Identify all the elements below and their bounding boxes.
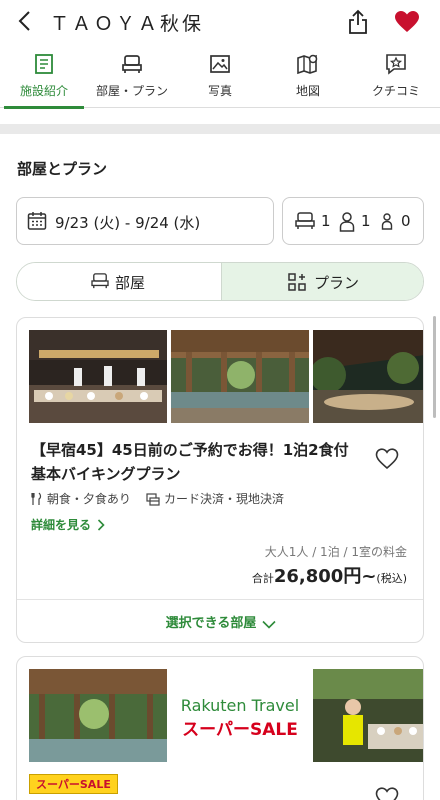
meals-info: 朝食・夕食あり (46, 492, 131, 506)
price: 合計26,800円~(税込) (252, 562, 407, 588)
grid-plus-icon (288, 273, 306, 291)
bed-icon (91, 273, 109, 289)
plan-photo-strip[interactable]: Rakuten Travel スーパーSALE (29, 669, 423, 762)
super-sale-badge: スーパーSALE (29, 774, 118, 794)
scrollbar[interactable] (433, 316, 436, 418)
calendar-icon (27, 212, 47, 230)
available-rooms-button[interactable]: 選択できる部屋 (17, 612, 423, 631)
rooms-plans-toggle: 部屋 プラン (16, 262, 424, 301)
heart-outline-icon[interactable] (375, 448, 399, 470)
chevron-down-icon (262, 620, 276, 629)
toggle-plans-label: プラン (314, 274, 360, 292)
tab-map[interactable]: 地図 (264, 44, 352, 108)
hotel-tabs: 施設紹介 部屋・プラン 写真 地図 クチコミ (0, 44, 440, 109)
details-link[interactable]: 詳細を見る (31, 516, 105, 533)
buffet-photo (29, 330, 167, 423)
photo-icon (210, 55, 230, 73)
price-prefix: 合計 (251, 572, 274, 585)
room-count: 1 (321, 212, 331, 230)
super-sale-banner: Rakuten Travel スーパーSALE (171, 669, 309, 762)
child-icon (381, 213, 393, 230)
tab-label: 部屋・プラン (95, 84, 168, 98)
price-suffix: (税込) (376, 572, 407, 585)
bed-icon (295, 212, 315, 229)
bed-icon (122, 55, 142, 73)
toggle-plans[interactable]: プラン (221, 263, 423, 300)
tab-label: 地図 (295, 84, 320, 98)
rooms-plans-title: 部屋とプラン (17, 160, 108, 178)
tab-label: クチコミ (371, 84, 420, 98)
plan-card: Rakuten Travel スーパーSALE スーパーSALE (16, 656, 424, 800)
tab-reviews[interactable]: クチコミ (352, 44, 440, 108)
review-star-icon (386, 54, 406, 75)
date-selector[interactable]: 9/23 (火) - 9/24 (水) (16, 197, 274, 245)
banner-sale: スーパーSALE (182, 720, 298, 740)
date-range: 9/23 (火) - 9/24 (水) (55, 214, 201, 232)
plan-title[interactable]: 【早宿45】45日前のご予約でお得！1泊2食付 基本バイキングプラン (31, 438, 361, 486)
plan-photo-strip[interactable] (29, 330, 423, 423)
heart-filled-icon[interactable] (394, 10, 420, 34)
banner-brand: Rakuten Travel (181, 696, 299, 715)
info-page-icon (35, 54, 53, 74)
adult-count: 1 (361, 212, 371, 230)
section-divider (0, 124, 440, 134)
tab-photos[interactable]: 写真 (176, 44, 264, 108)
plan-card: 【早宿45】45日前のご予約でお得！1泊2食付 基本バイキングプラン 朝食・夕食… (16, 317, 424, 643)
toggle-rooms-label: 部屋 (115, 274, 146, 292)
outdoor-bath-photo (313, 330, 423, 423)
share-icon[interactable] (346, 9, 370, 35)
tab-rooms-plans[interactable]: 部屋・プラン (88, 44, 176, 108)
buffet-staff-photo (313, 669, 423, 762)
tab-label: 写真 (207, 84, 232, 98)
page-title: ＴＡＯＹＡ秋保 (50, 13, 205, 35)
adult-icon (339, 212, 355, 232)
toggle-rooms[interactable]: 部屋 (17, 263, 221, 300)
tab-facility-info[interactable]: 施設紹介 (0, 44, 88, 109)
chevron-right-icon (97, 519, 105, 531)
guest-selector[interactable]: 1 1 0 (282, 197, 424, 245)
active-tab-indicator (4, 106, 84, 109)
chevron-left-icon[interactable] (14, 9, 38, 33)
child-count: 0 (401, 212, 411, 230)
app-header: ＴＡＯＹＡ秋保 (0, 0, 440, 44)
payment-info: カード決済・現地決済 (163, 492, 284, 506)
fork-knife-icon (31, 492, 42, 505)
price-note: 大人1人 / 1泊 / 1室の料金 (264, 545, 407, 559)
onsen-photo (171, 330, 309, 423)
plan-meta: 朝食・夕食あり カード決済・現地決済 (31, 490, 284, 507)
details-link-label: 詳細を見る (31, 518, 92, 532)
available-rooms-label: 選択できる部屋 (165, 616, 257, 631)
map-icon (297, 54, 318, 75)
heart-outline-icon[interactable] (375, 787, 399, 800)
price-amount: 26,800円~ (273, 566, 377, 587)
tab-label: 施設紹介 (19, 84, 68, 98)
card-divider (17, 599, 423, 600)
onsen-pavilion-photo (29, 669, 167, 762)
payment-icon (146, 493, 160, 506)
